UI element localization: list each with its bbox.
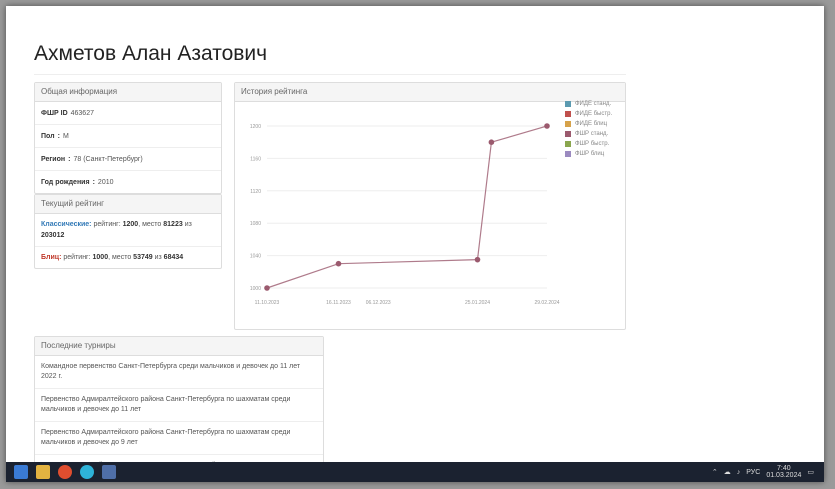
y-tick-label: 1160 bbox=[250, 156, 261, 162]
data-point bbox=[474, 256, 481, 263]
legend-swatch bbox=[565, 141, 571, 147]
x-tick-label: 06.12.2023 bbox=[366, 300, 391, 306]
system-tray: ⌃ ☁ ♪ РУС 7:40 01.03.2024 ▭ bbox=[712, 464, 814, 480]
classic-rating-link[interactable]: Классические bbox=[41, 221, 89, 228]
rating-label: рейтинг: bbox=[93, 221, 121, 228]
legend-label: ФШР быстр. bbox=[575, 141, 610, 147]
tournament-item[interactable]: Командное первенство Санкт-Петербурга ср… bbox=[35, 356, 323, 389]
legend-swatch bbox=[565, 121, 571, 127]
rating-label: рейтинг: bbox=[63, 254, 91, 261]
field-birth-year: Год рождения: 2010 bbox=[41, 178, 114, 186]
of-label: из bbox=[154, 254, 162, 261]
recent-tournaments-heading: Последние турниры bbox=[35, 337, 323, 356]
legend-item[interactable]: ФШР станд. bbox=[565, 129, 612, 139]
y-tick-label: 1120 bbox=[250, 189, 261, 195]
tournament-item[interactable]: Первенство Адмиралтейского района Санкт-… bbox=[35, 389, 323, 422]
edge-browser-icon[interactable] bbox=[80, 465, 94, 479]
legend-label: ФИДЕ быстр. bbox=[575, 111, 613, 117]
blitz-rating-row: Блиц: рейтинг: 1000, место 53749 из 6843… bbox=[41, 254, 184, 261]
legend-swatch bbox=[565, 131, 571, 137]
rating-value: 1000 bbox=[92, 254, 109, 261]
legend-item[interactable]: ФШР быстр. bbox=[565, 139, 612, 149]
legend-label: ФИДЕ станд. bbox=[575, 101, 612, 107]
legend-item[interactable]: ФИДЕ станд. bbox=[565, 99, 612, 109]
general-info-heading: Общая информация bbox=[35, 83, 221, 102]
rating-history-panel: История рейтинга 1000 1040 1080 1120 1160 120… bbox=[234, 82, 626, 330]
y-tick-label: 1000 bbox=[250, 286, 261, 292]
tray-chevron-up-icon[interactable]: ⌃ bbox=[712, 468, 718, 476]
volume-icon[interactable]: ♪ bbox=[737, 469, 741, 476]
legend-item[interactable]: ФШР блиц bbox=[565, 149, 612, 159]
field-gender: Пол: M bbox=[35, 125, 221, 148]
field-value: 2010 bbox=[97, 178, 114, 186]
clock-time: 7:40 bbox=[777, 465, 791, 472]
legend-label: ФШР станд. bbox=[575, 131, 609, 137]
y-tick-label: 1200 bbox=[250, 124, 261, 130]
y-tick-label: 1040 bbox=[250, 254, 261, 260]
of-label: из bbox=[184, 221, 192, 228]
chart-legend: ФИДЕ станд. ФИДЕ быстр. ФИДЕ блиц ФШР станд… bbox=[565, 99, 612, 159]
taskbar: ⌃ ☁ ♪ РУС 7:40 01.03.2024 ▭ bbox=[6, 462, 824, 482]
field-fshr-id: ФШР ID 463627 bbox=[35, 102, 221, 125]
general-info-panel: Общая информация ФШР ID 463627 Пол: M Ре… bbox=[34, 82, 222, 194]
field-value: M bbox=[62, 132, 69, 140]
legend-label: ФИДЕ блиц bbox=[575, 121, 608, 127]
title-divider bbox=[34, 74, 626, 75]
of-value: 68434 bbox=[163, 254, 184, 261]
x-tick-label: 11.10.2023 bbox=[255, 300, 280, 306]
field-value: 78 (Санкт-Петербург) bbox=[73, 155, 143, 163]
app-icon[interactable] bbox=[102, 465, 116, 479]
data-point bbox=[264, 285, 270, 291]
place-value: 53749 bbox=[133, 254, 153, 261]
browser-page: Ахметов Алан Азатович Общая информация Ф… bbox=[6, 6, 824, 482]
of-value: 203012 bbox=[41, 232, 65, 239]
legend-swatch bbox=[565, 101, 571, 107]
field-label: ФШР ID bbox=[41, 109, 68, 117]
file-explorer-icon[interactable] bbox=[36, 465, 50, 479]
field-label: Регион bbox=[41, 155, 66, 163]
legend-item[interactable]: ФИДЕ блиц bbox=[565, 119, 612, 129]
classic-rating-row: Классические: рейтинг: 1200, место 81223… bbox=[35, 214, 221, 247]
start-windows-icon[interactable] bbox=[14, 465, 28, 479]
field-label: Пол bbox=[41, 132, 55, 140]
current-rating-heading: Текущий рейтинг bbox=[35, 195, 221, 214]
place-label: место bbox=[111, 254, 132, 261]
y-tick-label: 1080 bbox=[250, 221, 261, 227]
place-label: место bbox=[142, 221, 162, 228]
recent-tournaments-panel: Последние турниры Командное первенство С… bbox=[34, 336, 324, 482]
series-line bbox=[266, 125, 548, 289]
page-title: Ахметов Алан Азатович bbox=[34, 42, 268, 65]
current-rating-panel: Текущий рейтинг Классические: рейтинг: 1… bbox=[34, 194, 222, 269]
data-point bbox=[335, 260, 342, 267]
legend-swatch bbox=[565, 111, 571, 117]
blitz-rating-link[interactable]: Блиц: bbox=[41, 254, 61, 261]
notifications-icon[interactable]: ▭ bbox=[807, 468, 814, 476]
clock-date: 01.03.2024 bbox=[766, 472, 802, 479]
field-label: Год рождения bbox=[41, 178, 90, 186]
network-icon[interactable]: ☁ bbox=[724, 468, 731, 476]
clock[interactable]: 7:40 01.03.2024 bbox=[766, 465, 801, 479]
rating-value: 1200 bbox=[122, 221, 139, 228]
data-point bbox=[544, 123, 550, 129]
browser-icon[interactable] bbox=[58, 465, 72, 479]
tournament-item[interactable]: Первенство Адмиралтейского района Санкт-… bbox=[35, 422, 323, 455]
data-point bbox=[488, 139, 495, 145]
x-tick-label: 16.11.2023 bbox=[326, 300, 351, 306]
x-tick-label: 29.02.2024 bbox=[534, 300, 559, 306]
legend-label: ФШР блиц bbox=[575, 151, 605, 157]
legend-swatch bbox=[565, 151, 571, 157]
field-region: Регион: 78 (Санкт-Петербург) bbox=[35, 148, 221, 171]
x-tick-label: 25.01.2024 bbox=[465, 300, 490, 306]
legend-item[interactable]: ФИДЕ быстр. bbox=[565, 109, 612, 119]
input-language[interactable]: РУС bbox=[746, 469, 760, 476]
field-value: 463627 bbox=[70, 109, 94, 117]
place-value: 81223 bbox=[163, 221, 183, 228]
